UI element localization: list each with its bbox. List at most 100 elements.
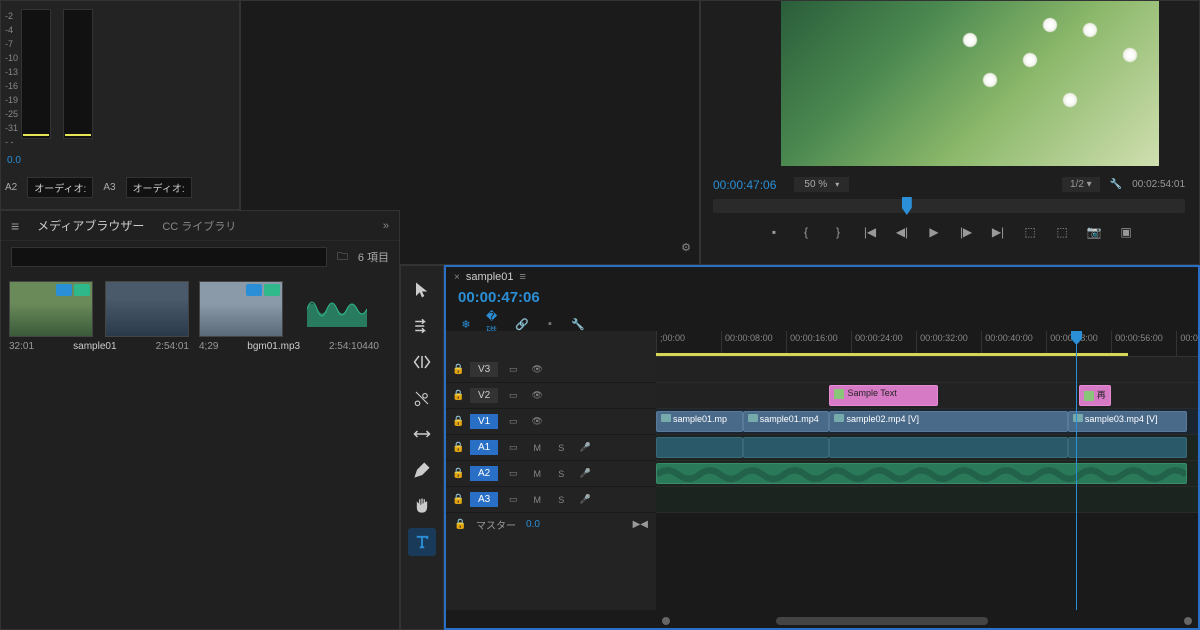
solo-button[interactable]: S [552, 439, 570, 457]
video-clip[interactable]: sample03.mp4 [V] [1068, 411, 1187, 432]
wrench-icon[interactable]: 🔧 [1110, 179, 1122, 190]
track-lane-v1[interactable]: sample01.mp sample01.mp4 sample02.mp4 [V… [656, 409, 1198, 435]
toggle-output-icon[interactable]: ▭ [504, 413, 522, 431]
hamburger-icon[interactable]: ≡ [11, 218, 19, 234]
mark-in-icon[interactable]: ▪ [765, 223, 783, 241]
timeline-scrollbar[interactable] [656, 614, 1198, 628]
time-ruler[interactable]: ;00:00 00:00:08:00 00:00:16:00 00:00:24:… [656, 331, 1198, 357]
media-browser-title[interactable]: メディアブラウザー [37, 217, 144, 234]
mute-button[interactable]: M [528, 439, 546, 457]
toggle-output-icon[interactable]: ▭ [504, 361, 522, 379]
media-item[interactable]: 32:01 sample01 2:54:01 [9, 281, 189, 352]
lock-icon[interactable]: 🔒 [452, 468, 464, 479]
lift-icon[interactable]: ⬚ [1021, 223, 1039, 241]
mic-icon[interactable]: 🎤 [576, 439, 594, 457]
toggle-output-icon[interactable]: ▭ [504, 387, 522, 405]
folder-icon[interactable]: 🗀 [337, 248, 348, 267]
toggle-output-icon[interactable]: ▭ [504, 465, 522, 483]
track-header-a1[interactable]: 🔒 A1 ▭ M S 🎤 [446, 435, 656, 461]
video-clip[interactable]: sample01.mp4 [743, 411, 830, 432]
timeline-track-area[interactable]: ;00:00 00:00:08:00 00:00:16:00 00:00:24:… [656, 331, 1198, 610]
audio-clip[interactable] [656, 463, 1187, 484]
scrollbar-thumb[interactable] [776, 617, 988, 625]
hand-tool-icon[interactable] [408, 492, 436, 520]
solo-button[interactable]: S [552, 491, 570, 509]
text-clip[interactable]: 再 [1079, 385, 1112, 406]
linked-selection-icon[interactable]: 🔗 [514, 316, 530, 332]
track-header-a3[interactable]: 🔒 A3 ▭ M S 🎤 [446, 487, 656, 513]
mute-button[interactable]: M [528, 491, 546, 509]
eye-icon[interactable]: 👁 [528, 361, 546, 379]
audio-clip[interactable] [656, 437, 743, 458]
track-lane-v2[interactable]: Sample Text 再 [656, 383, 1198, 409]
timeline-playhead[interactable] [1076, 331, 1077, 610]
audio-clip[interactable] [829, 437, 1067, 458]
bracket-open-icon[interactable]: { [797, 223, 815, 241]
program-scrubber[interactable] [713, 199, 1185, 213]
extract-icon[interactable]: ⬚ [1053, 223, 1071, 241]
program-timecode[interactable]: 00:00:47:06 [713, 178, 776, 192]
close-tab-icon[interactable]: × [454, 272, 460, 283]
video-clip[interactable]: sample02.mp4 [V] [829, 411, 1067, 432]
timeline-timecode[interactable]: 00:00:47:06 [458, 289, 540, 306]
lock-icon[interactable]: 🔒 [452, 390, 464, 401]
marker-icon[interactable]: ▪ [542, 316, 558, 332]
eye-icon[interactable]: 👁 [528, 413, 546, 431]
magnet-icon[interactable]: �磁 [486, 316, 502, 332]
playhead-icon[interactable] [902, 197, 912, 215]
razor-tool-icon[interactable] [408, 384, 436, 412]
toggle-output-icon[interactable]: ▭ [504, 439, 522, 457]
comparison-icon[interactable]: ▣ [1117, 223, 1135, 241]
track-lane-a3[interactable] [656, 487, 1198, 513]
eye-icon[interactable]: 👁 [528, 387, 546, 405]
type-tool-icon[interactable] [408, 528, 436, 556]
mute-button[interactable]: M [528, 465, 546, 483]
track-header-v1[interactable]: 🔒 V1 ▭ 👁 [446, 409, 656, 435]
lock-icon[interactable]: 🔒 [454, 519, 466, 530]
resolution-dropdown[interactable]: 1/2 ▾ [1062, 177, 1100, 192]
go-to-in-icon[interactable]: |◀ [861, 223, 879, 241]
cc-libraries-tab[interactable]: CC ライブラリ [162, 218, 236, 234]
play-icon[interactable]: ▶ [925, 223, 943, 241]
toggle-output-icon[interactable]: ▭ [504, 491, 522, 509]
track-lane-v3[interactable] [656, 357, 1198, 383]
collapse-icon[interactable]: ▶◀ [633, 519, 648, 530]
sequence-tab[interactable]: sample01 [466, 271, 514, 283]
slip-tool-icon[interactable] [408, 420, 436, 448]
media-item[interactable]: 4;29 bgm01.mp3 2:54:10440 [199, 281, 379, 352]
lock-icon[interactable]: 🔒 [452, 364, 464, 375]
video-clip[interactable]: sample01.mp [656, 411, 743, 432]
tab-menu-icon[interactable]: ≡ [520, 271, 526, 283]
track-header-a2[interactable]: 🔒 A2 ▭ M S 🎤 [446, 461, 656, 487]
zoom-dropdown[interactable]: 50 % [794, 177, 849, 192]
program-viewport[interactable] [781, 1, 1159, 166]
audio-clip[interactable] [743, 437, 830, 458]
lock-icon[interactable]: 🔒 [452, 442, 464, 453]
overflow-icon[interactable]: » [383, 220, 389, 232]
mic-icon[interactable]: 🎤 [576, 465, 594, 483]
audio-clip[interactable] [1068, 437, 1187, 458]
go-to-out-icon[interactable]: ▶| [989, 223, 1007, 241]
bracket-close-icon[interactable]: } [829, 223, 847, 241]
track-lane-a1[interactable] [656, 435, 1198, 461]
export-frame-icon[interactable]: 📷 [1085, 223, 1103, 241]
master-track-header[interactable]: 🔒 マスター 0.0 ▶◀ [446, 513, 656, 536]
step-back-icon[interactable]: ◀| [893, 223, 911, 241]
track-lane-a2[interactable] [656, 461, 1198, 487]
mic-icon[interactable]: 🎤 [576, 491, 594, 509]
track-header-v3[interactable]: 🔒 V3 ▭ 👁 [446, 357, 656, 383]
ripple-edit-tool-icon[interactable] [408, 348, 436, 376]
panel-menu-icon[interactable]: ⚙ [681, 241, 691, 254]
search-input[interactable] [11, 247, 327, 267]
lock-icon[interactable]: 🔒 [452, 494, 464, 505]
settings-icon[interactable]: 🔧 [570, 316, 586, 332]
snap-icon[interactable]: ❄ [458, 316, 474, 332]
work-area-bar[interactable] [656, 353, 1128, 356]
track-select-tool-icon[interactable] [408, 312, 436, 340]
track-header-v2[interactable]: 🔒 V2 ▭ 👁 [446, 383, 656, 409]
solo-button[interactable]: S [552, 465, 570, 483]
lock-icon[interactable]: 🔒 [452, 416, 464, 427]
text-clip[interactable]: Sample Text [829, 385, 937, 406]
selection-tool-icon[interactable] [408, 276, 436, 304]
step-forward-icon[interactable]: |▶ [957, 223, 975, 241]
